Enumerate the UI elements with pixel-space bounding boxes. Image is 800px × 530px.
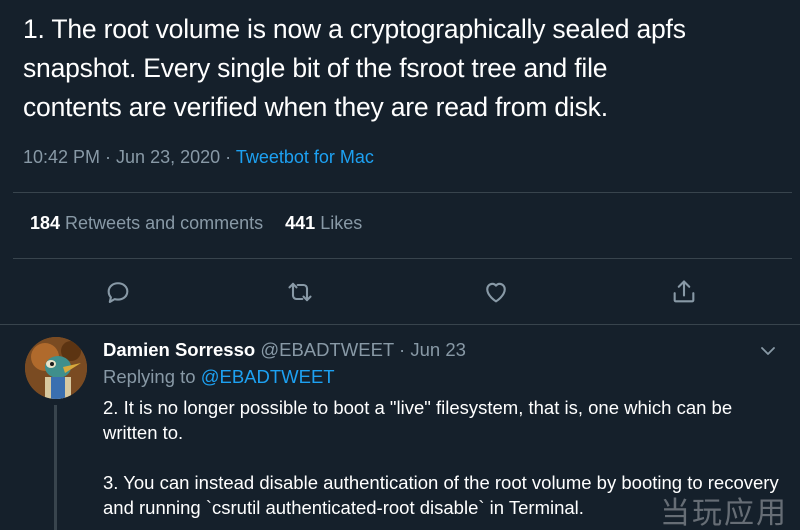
reply-date[interactable]: · Jun 23	[394, 339, 466, 360]
tweet-detail-view: 1. The root volume is now a cryptographi…	[0, 0, 800, 530]
chevron-down-icon	[761, 347, 775, 355]
like-button[interactable]	[482, 278, 510, 306]
reply-icon	[107, 282, 129, 303]
reply-author-handle[interactable]: @EBADTWEET	[255, 339, 394, 360]
share-icon	[673, 280, 695, 303]
retweets-stat[interactable]: 184 Retweets and comments	[30, 213, 263, 233]
reply-author-name[interactable]: Damien Sorresso	[103, 339, 255, 360]
tweet-timestamp: 10:42 PM · Jun 23, 2020 ·	[23, 147, 236, 167]
replying-to: Replying to @EBADTWEET	[103, 366, 335, 388]
watermark-logo: 当玩应用	[660, 496, 788, 530]
retweet-button[interactable]	[286, 278, 314, 306]
reply-paragraph-1: 2. It is no longer possible to boot a "l…	[103, 397, 733, 443]
avatar[interactable]	[25, 337, 87, 399]
like-icon	[486, 282, 506, 303]
main-tweet: 1. The root volume is now a cryptographi…	[0, 0, 800, 325]
tweet-options-button[interactable]	[758, 341, 778, 361]
retweets-label: Retweets and comments	[60, 213, 264, 233]
retweet-icon	[288, 282, 312, 302]
tweet-meta: 10:42 PM · Jun 23, 2020 · Tweetbot for M…	[23, 147, 374, 168]
likes-label: Likes	[315, 213, 363, 233]
tweet-text: 1. The root volume is now a cryptographi…	[23, 14, 686, 122]
replying-prefix: Replying to	[103, 366, 201, 387]
thread-line	[54, 405, 57, 530]
retweets-count: 184	[30, 213, 61, 233]
tweet-actions	[0, 270, 800, 312]
reply-button[interactable]	[104, 278, 132, 306]
likes-count: 441	[285, 213, 316, 233]
avatar-image	[25, 337, 87, 399]
tweet-client-link[interactable]: Tweetbot for Mac	[236, 147, 374, 167]
share-button[interactable]	[670, 278, 698, 306]
likes-stat[interactable]: 441 Likes	[285, 213, 362, 233]
tweet-stats: 184 Retweets and comments 441 Likes	[30, 213, 362, 234]
reply-header: Damien Sorresso @EBADTWEET · Jun 23	[103, 339, 466, 361]
replying-to-mention[interactable]: @EBADTWEET	[201, 366, 335, 387]
divider	[13, 192, 792, 193]
divider	[13, 258, 792, 259]
